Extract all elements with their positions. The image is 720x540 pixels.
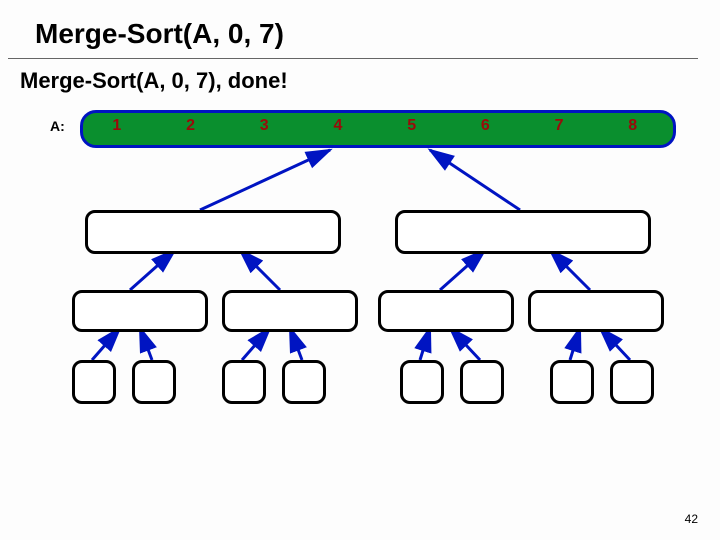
merge-node [72,290,208,332]
array-cell: 7 [522,110,596,142]
array-cell: 6 [449,110,523,142]
merge-node [528,290,664,332]
array-cell: 1 [80,110,154,142]
merge-node [222,290,358,332]
leaf-node [400,360,444,404]
merge-node [378,290,514,332]
divider [8,58,698,59]
leaf-node [72,360,116,404]
merge-node [85,210,341,254]
array-cell: 8 [596,110,670,142]
leaf-node [132,360,176,404]
leaf-node [222,360,266,404]
array-cell: 3 [227,110,301,142]
page-number: 42 [685,512,698,526]
leaf-node [460,360,504,404]
leaf-node [610,360,654,404]
array-cell: 4 [301,110,375,142]
leaf-node [550,360,594,404]
array-cell: 5 [375,110,449,142]
leaf-node [282,360,326,404]
merge-node [395,210,651,254]
page-title: Merge-Sort(A, 0, 7) [35,18,284,50]
array-cell: 2 [154,110,228,142]
subtitle: Merge-Sort(A, 0, 7), done! [20,68,288,94]
array-label: A: [50,118,65,134]
